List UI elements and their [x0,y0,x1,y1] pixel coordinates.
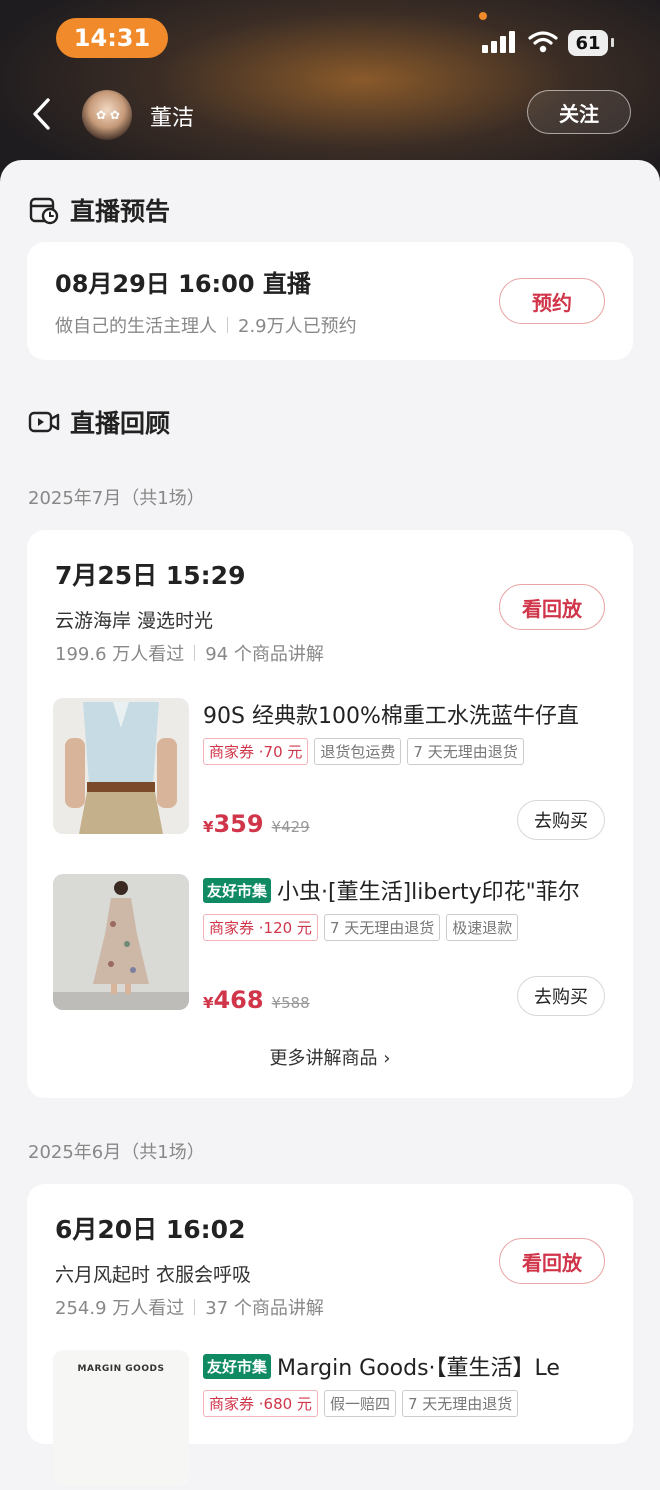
battery-icon: 61 [568,30,608,56]
product-tags: 商家券 ·680 元 假一赔四 7 天无理由退货 [203,1390,519,1417]
review-title: 六月风起时 衣服会呼吸 [55,1264,252,1286]
replay-button[interactable]: 看回放 [499,1238,605,1284]
product-title[interactable]: 友好市集 Margin Goods·【董生活】Le [203,1350,613,1382]
dress-photo [53,874,189,1010]
preview-card[interactable]: 08月29日 16:00 直播 做自己的生活主理人 2.9万人已预约 预约 [27,242,633,360]
price-value: 359 [213,810,264,838]
calendar-clock-icon [29,197,59,225]
review-date: 7月25日 15:29 [55,561,246,590]
product-thumbnail[interactable] [53,874,189,1010]
price-value: 468 [213,986,264,1014]
divider [194,645,196,661]
review-meta: 199.6 万人看过 94 个商品讲解 [55,640,324,666]
reserve-button[interactable]: 预约 [499,278,605,324]
shirt-photo [53,698,189,834]
coupon-tag: 商家券 ·70 元 [203,738,309,765]
review-card[interactable]: 6月20日 16:02 六月风起时 衣服会呼吸 254.9 万人看过 37 个商… [27,1184,633,1486]
service-tag: 极速退款 [446,914,519,941]
original-price: ¥588 [271,994,310,1012]
product-item[interactable]: 友好市集 小虫·[董生活]liberty印花"菲尔 商家券 ·120 元 7 天… [53,874,613,1016]
more-products-link[interactable]: 更多讲解商品 › [27,1044,633,1070]
avatar-decoration: ✿ ✿ [96,108,120,122]
currency-symbol: ¥ [203,818,214,836]
divider [227,317,228,333]
service-tag: 退货包运费 [314,738,402,765]
review-section-label: 直播回顾 [70,409,171,438]
replay-button[interactable]: 看回放 [499,584,605,630]
user-name[interactable]: 董洁 [150,100,194,132]
service-tag: 7 天无理由退货 [407,738,524,765]
product-price: ¥468 ¥588 [203,986,310,1014]
battery-tip [611,38,614,47]
buy-button[interactable]: 去购买 [517,976,605,1016]
month-label: 2025年6月（共1场） [28,1142,205,1163]
preview-reservations: 2.9万人已预约 [238,316,357,337]
video-icon [28,411,60,433]
profile-header: ✿ ✿ 董洁 关注 [0,84,660,144]
product-thumbnail[interactable]: MARGIN GOODS [53,1350,189,1486]
product-tags: 商家券 ·70 元 退货包运费 7 天无理由退货 [203,738,524,765]
product-item[interactable]: MARGIN GOODS 友好市集 Margin Goods·【董生活】Le 商… [53,1350,613,1490]
service-tag: 7 天无理由退货 [323,914,441,941]
buy-button[interactable]: 去购买 [517,800,605,840]
product-title[interactable]: 友好市集 小虫·[董生活]liberty印花"菲尔 [203,874,613,906]
product-title[interactable]: 90S 经典款100%棉重工水洗蓝牛仔直 [203,698,613,730]
service-tag: 7 天无理由退货 [401,1390,519,1417]
review-card[interactable]: 7月25日 15:29 云游海岸 漫选时光 199.6 万人看过 94 个商品讲… [27,530,633,1098]
review-products-count: 37 个商品讲解 [205,1298,324,1319]
product-title-text: 90S 经典款100%棉重工水洗蓝牛仔直 [203,704,579,729]
original-price: ¥429 [271,818,310,836]
review-meta: 254.9 万人看过 37 个商品讲解 [55,1294,324,1320]
current-price: ¥359 [203,810,264,838]
content-sheet: 直播预告 08月29日 16:00 直播 做自己的生活主理人 2.9万人已预约 … [0,160,660,1486]
coupon-tag: 商家券 ·120 元 [203,914,318,941]
product-item[interactable]: 90S 经典款100%棉重工水洗蓝牛仔直 商家券 ·70 元 退货包运费 7 天… [53,698,613,840]
review-title: 云游海岸 漫选时光 [55,610,214,632]
month-label: 2025年7月（共1场） [28,488,205,509]
review-products-count: 94 个商品讲解 [205,644,324,665]
review-views: 199.6 万人看过 [55,644,185,665]
product-title-text: Margin Goods·【董生活】Le [277,1356,560,1381]
review-views: 254.9 万人看过 [55,1298,185,1319]
preview-meta: 做自己的生活主理人 2.9万人已预约 [55,312,357,338]
friendly-market-tag: 友好市集 [203,877,272,903]
review-section-title: 直播回顾 [28,404,170,440]
current-price: ¥468 [203,986,264,1014]
review-date: 6月20日 16:02 [55,1215,246,1244]
coupon-tag: 商家券 ·680 元 [203,1390,318,1417]
status-time: 14:31 [56,18,168,58]
product-price: ¥359 ¥429 [203,810,310,838]
avatar[interactable]: ✿ ✿ [82,90,132,140]
preview-datetime: 08月29日 16:00 直播 [55,270,311,298]
currency-symbol: ¥ [203,994,214,1012]
follow-button[interactable]: 关注 [527,90,631,134]
recording-dot-icon [479,12,487,20]
wifi-icon [528,31,558,53]
back-arrow-icon[interactable] [30,96,54,132]
thumb-brand-text: MARGIN GOODS [77,1364,165,1374]
product-tags: 商家券 ·120 元 7 天无理由退货 极速退款 [203,914,519,941]
product-thumbnail[interactable] [53,698,189,834]
friendly-market-tag: 友好市集 [203,1353,272,1379]
preview-section-label: 直播预告 [70,197,171,226]
status-bar: 14:31 61 [0,0,660,80]
preview-subtitle: 做自己的生活主理人 [55,316,217,337]
preview-section-title: 直播预告 [28,192,170,228]
service-tag: 假一赔四 [323,1390,396,1417]
product-title-text: 小虫·[董生活]liberty印花"菲尔 [277,880,580,905]
signal-icon [482,31,515,53]
divider [194,1299,196,1315]
